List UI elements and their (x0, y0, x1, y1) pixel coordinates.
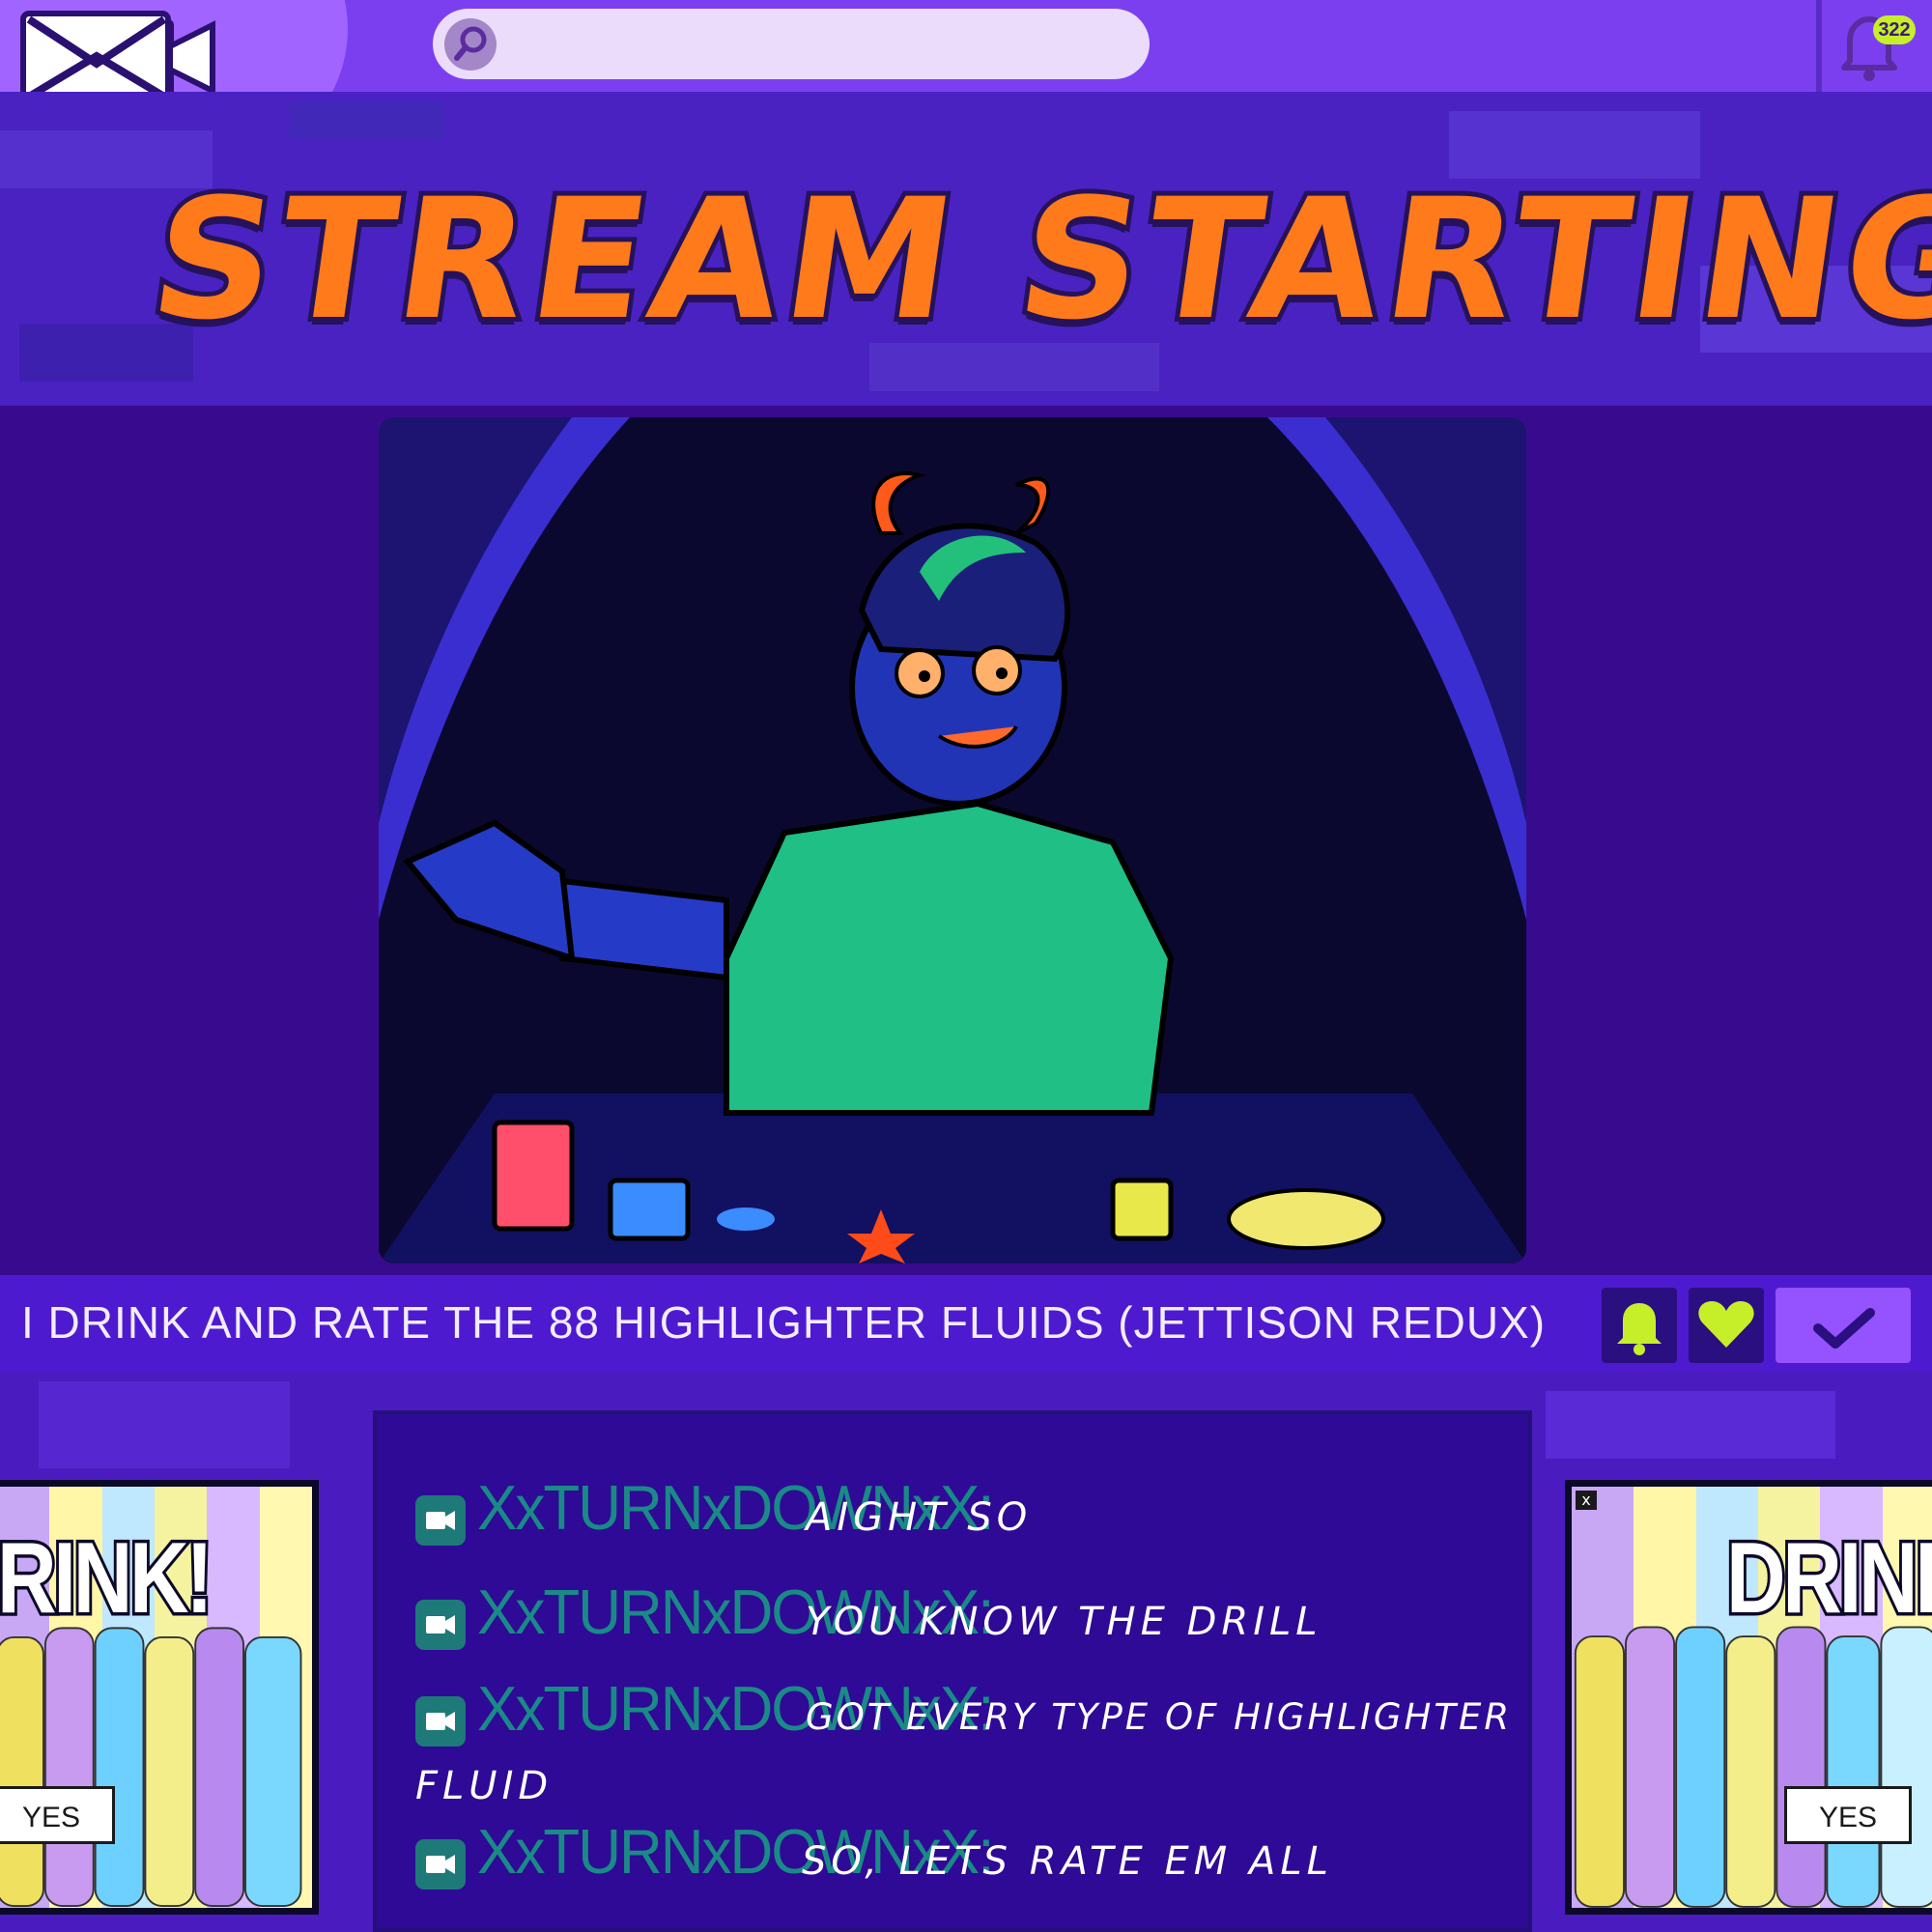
search-icon[interactable] (444, 18, 497, 71)
divider (1816, 0, 1822, 92)
chat-text: GOT EVERY TYPE OF HIGHLIGHTER (806, 1696, 1513, 1738)
background-tile (1546, 1391, 1835, 1459)
chat-text: SO, LETS RATE EM ALL (802, 1839, 1333, 1884)
search-bar[interactable] (433, 9, 1150, 79)
camera-icon (415, 1600, 466, 1650)
stream-preview-illustration (379, 417, 1526, 1264)
video-player[interactable] (379, 417, 1526, 1264)
advertisement-left[interactable]: RINK! YES (0, 1480, 319, 1915)
follow-button[interactable] (1776, 1288, 1911, 1363)
camera-icon (415, 1495, 466, 1546)
chat-text: YOU KNOW THE DRILL (806, 1600, 1322, 1644)
bell-icon (1617, 1303, 1662, 1355)
notifications-button[interactable]: 322 (1831, 8, 1922, 85)
chat-text-continued: FLUID (415, 1764, 554, 1808)
close-icon[interactable]: x (1576, 1491, 1597, 1510)
like-button[interactable] (1689, 1288, 1764, 1363)
heart-icon (1698, 1301, 1754, 1348)
ad-yes-button[interactable]: YES (0, 1786, 115, 1844)
background-tile (39, 1381, 290, 1468)
ad-bottles-image (1574, 1626, 1932, 1908)
banner-title: STREAM STARTING... (136, 157, 1932, 361)
advertisement-right[interactable]: x DRINK YES (1565, 1480, 1932, 1915)
search-input[interactable] (510, 18, 1132, 71)
stream-title: I DRINK AND RATE THE 88 HIGHLIGHTER FLUI… (21, 1297, 1547, 1348)
ad-yes-button[interactable]: YES (1784, 1786, 1912, 1844)
notification-count-badge: 322 (1873, 15, 1916, 44)
camera-icon (415, 1839, 466, 1889)
checkmark-icon (1813, 1308, 1875, 1349)
chat-panel[interactable]: XxTURNxDOWNxX: AIGHT SO XxTURNxDOWNxX: Y… (373, 1410, 1532, 1932)
camera-icon (415, 1696, 466, 1747)
chat-text: AIGHT SO (806, 1495, 1033, 1540)
ad-bottles-image (0, 1627, 302, 1907)
notify-button[interactable] (1602, 1288, 1677, 1363)
